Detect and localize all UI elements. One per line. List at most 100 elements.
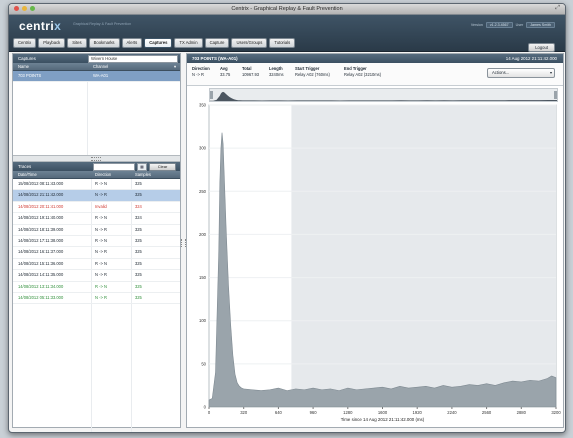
x-tick-label: 1600 (378, 410, 388, 415)
trace-row[interactable]: 14/08/2012 05:11:33.000 N -> R 325 (13, 293, 180, 305)
overview-handle-right[interactable] (554, 91, 557, 99)
x-axis-label: Time since 14 Aug 2012 21:11:42.000 (ms) (341, 417, 425, 422)
tab-alerts[interactable]: Alerts (121, 38, 143, 48)
trace-direction: N -> R (95, 192, 107, 198)
tab-tx-admin[interactable]: TX Admin (174, 38, 203, 48)
trace-datetime: 14/08/2012 18:11:39.000 (18, 226, 64, 232)
captures-col-channel[interactable]: Channel (93, 63, 108, 70)
pane-splitter[interactable] (13, 155, 180, 162)
sort-arrow-icon[interactable]: ▾ (174, 63, 176, 70)
trace-samples: 325 (135, 294, 142, 300)
trace-samples: 325 (135, 272, 142, 278)
trace-direction: N -> R (95, 272, 107, 278)
y-tick-label: 350 (199, 103, 207, 108)
samples-chart[interactable]: 0 50 100 150 200 250 300 350 0 320 640 960 1280 1600 1… (187, 101, 563, 425)
trace-samples: 324 (135, 203, 142, 209)
trace-datetime: 14/08/2012 19:11:40.000 (18, 215, 64, 221)
tagline: Graphical Replay & Fault Prevention (73, 22, 132, 26)
y-tick-label: 150 (199, 275, 207, 280)
clear-button[interactable]: Clear (149, 163, 176, 171)
site-select[interactable]: Wivern House (88, 55, 178, 63)
trace-samples: 325 (135, 226, 142, 232)
trace-direction: Invalid (95, 203, 107, 209)
user-label: User (515, 23, 524, 27)
trace-datetime: 14/08/2012 16:11:37.000 (18, 249, 64, 255)
overview-handle-left[interactable] (210, 91, 213, 99)
traces-title: Traces (18, 164, 32, 169)
tab-sites[interactable]: Sites (67, 38, 87, 48)
trace-row[interactable]: 14/08/2012 15:11:36.000 R -> N 325 (13, 259, 180, 271)
trace-row[interactable]: 14/08/2012 19:11:40.000 R -> N 324 (13, 213, 180, 225)
window-controls (14, 6, 35, 11)
trace-samples: 325 (135, 249, 142, 255)
trace-row[interactable]: 14/08/2012 13:11:34.000 R -> N 325 (13, 282, 180, 293)
x-tick-label: 2880 (517, 410, 527, 415)
trace-direction: R -> N (95, 181, 107, 186)
trace-samples: 325 (135, 260, 142, 266)
trace-datetime: 14/08/2012 17:11:38.000 (18, 237, 64, 243)
minimize-window-button[interactable] (22, 6, 27, 11)
detail-pane: 703 POINTS (WA-A01) 14 Aug 2012 21:11:42… (186, 53, 564, 428)
trace-datetime: 15/08/2012 08:11:43.000 (18, 181, 64, 186)
trace-row[interactable]: 14/08/2012 14:11:35.000 N -> R 325 (13, 270, 180, 282)
trigger-shaded-region (291, 105, 556, 407)
header-user-info: Version v1.2.3.4567 User James Smith (471, 22, 555, 28)
trace-samples: 325 (135, 283, 142, 289)
actions-dropdown[interactable]: Actions... ▾ (487, 68, 555, 78)
trace-direction: N -> R (95, 249, 107, 255)
trace-direction: N -> R (95, 294, 107, 300)
user-value: James Smith (526, 22, 555, 28)
fullscreen-icon[interactable]: ⤢ (555, 5, 560, 12)
captures-col-name[interactable]: Name (18, 63, 29, 70)
traces-column-header: Date/Time Direction Samples (13, 171, 180, 179)
version-label: Version (470, 23, 483, 27)
trace-datetime: 14/08/2012 20:11:41.000 (18, 203, 64, 209)
trace-datetime: 14/08/2012 14:11:35.000 (18, 272, 64, 278)
trace-direction: N -> R (95, 226, 107, 232)
trace-row[interactable]: 14/08/2012 18:11:39.000 N -> R 325 (13, 225, 180, 236)
logout-button[interactable]: Logout (528, 43, 555, 52)
trace-date-input[interactable] (93, 163, 135, 171)
traces-header: Traces ▦ Clear (13, 162, 180, 171)
trace-samples: 325 (135, 192, 142, 198)
trace-row[interactable]: 15/08/2012 08:11:43.000 R -> N 325 (13, 179, 180, 191)
capture-channel: WA-A01 (93, 73, 109, 78)
trace-samples: 325 (135, 181, 142, 186)
close-window-button[interactable] (14, 6, 19, 11)
trace-direction: R -> N (95, 260, 107, 266)
traces-col-datetime[interactable]: Date/Time (18, 171, 37, 178)
centrix-logo: centrix (19, 19, 62, 33)
traces-col-samples[interactable]: Samples (135, 171, 151, 178)
calendar-icon[interactable]: ▦ (137, 163, 147, 171)
capture-row[interactable]: 703 POINTS WA-A01 (13, 71, 180, 83)
tab-playback[interactable]: Playback (38, 38, 66, 48)
x-tick-label: 2240 (447, 410, 457, 415)
traces-col-direction[interactable]: Direction (95, 171, 111, 178)
tab-tutorials[interactable]: Tutorials (269, 38, 296, 48)
info-end-trigger: End Trigger Relay A02 (3210ms) (344, 66, 382, 77)
tab-capture[interactable]: Capture (204, 38, 230, 48)
trace-row[interactable]: 14/08/2012 20:11:41.000 Invalid 324 (13, 202, 180, 214)
app-header: centrix Graphical Replay & Fault Prevent… (9, 15, 565, 52)
trace-datetime: 14/08/2012 05:11:33.000 (18, 294, 64, 300)
window-title: Centrix - Graphical Replay & Fault Preve… (231, 6, 343, 12)
tab-bookmarks[interactable]: Bookmarks (88, 38, 120, 48)
trace-datetime: 14/08/2012 21:11:42.000 (18, 192, 64, 198)
trace-samples: 324 (135, 215, 142, 221)
info-total: Total 10967.93 (242, 66, 260, 77)
overview-scrubber[interactable] (209, 88, 558, 102)
tab-centrix[interactable]: Centrix (13, 38, 37, 48)
trace-row[interactable]: 14/08/2012 16:11:37.000 N -> R 325 (13, 247, 180, 259)
zoom-window-button[interactable] (30, 6, 35, 11)
y-tick-label: 200 (199, 232, 207, 237)
x-tick-label: 320 (240, 410, 248, 415)
trace-row[interactable]: 14/08/2012 21:11:42.000 N -> R 325 (13, 190, 180, 202)
trace-info: Direction N -> R Avg 33.75 Total 10967.93 L… (187, 63, 563, 86)
version-value: v1.2.3.4567 (485, 22, 513, 28)
trace-datetime: 14/08/2012 13:11:34.000 (18, 283, 64, 289)
trace-row[interactable]: 14/08/2012 17:11:38.000 R -> N 325 (13, 236, 180, 248)
x-tick-label: 1920 (413, 410, 423, 415)
tab-captures[interactable]: Captures (144, 38, 173, 48)
captures-list: 703 POINTS WA-A01 (13, 71, 180, 155)
tab-users-groups[interactable]: Users/Groups (231, 38, 268, 48)
